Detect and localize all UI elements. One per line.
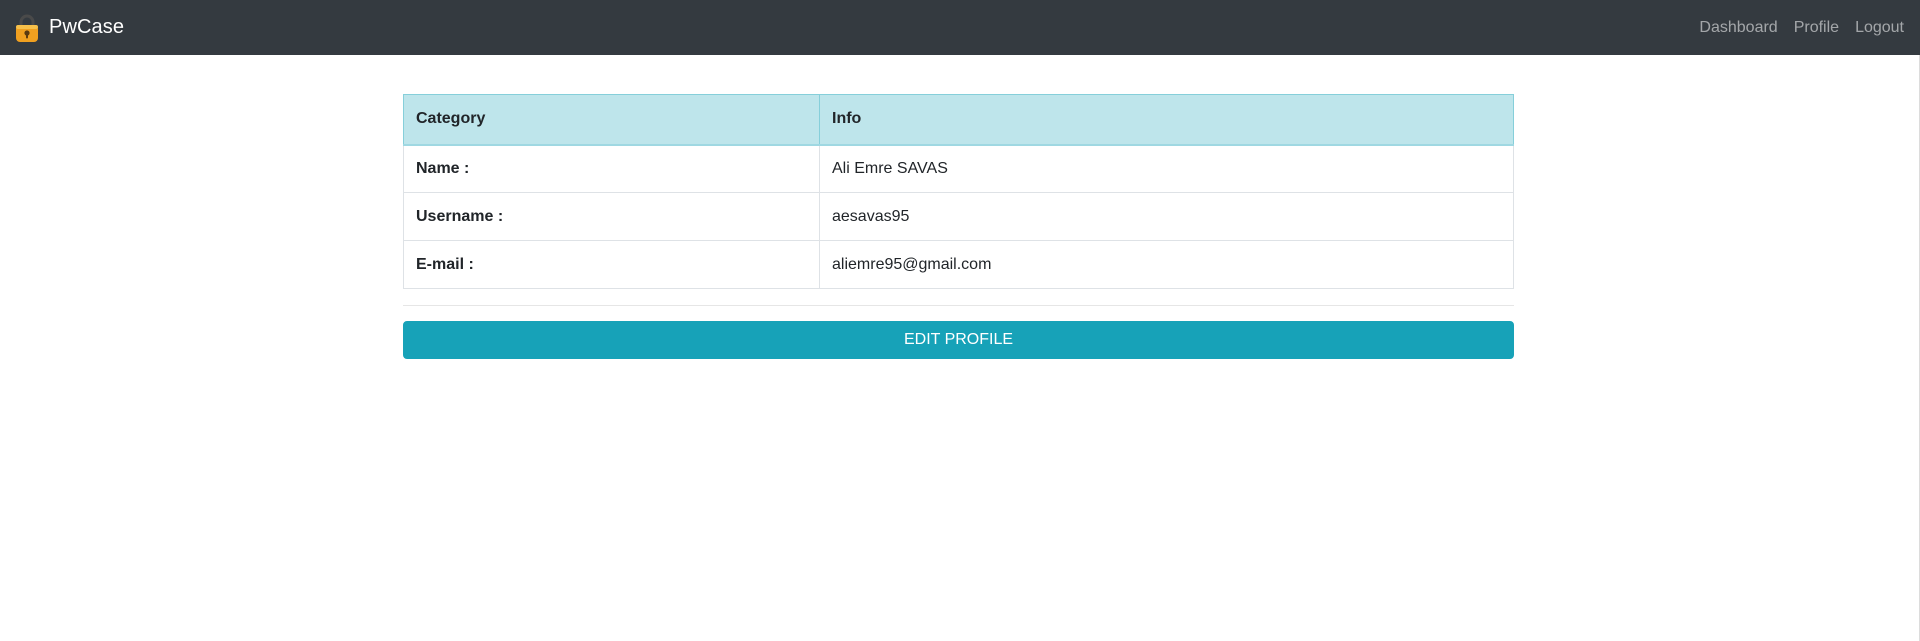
header-info: Info (819, 94, 1514, 146)
profile-table: Category Info Name : Ali Emre SAVAS User… (403, 94, 1514, 289)
profile-container: Category Info Name : Ali Emre SAVAS User… (403, 94, 1514, 359)
row-email-label: E-mail : (403, 240, 820, 289)
row-username-label: Username : (403, 192, 820, 241)
row-email-value: aliemre95@gmail.com (819, 240, 1514, 289)
top-navbar: PwCase Dashboard Profile Logout (0, 0, 1920, 55)
table-row: Name : Ali Emre SAVAS (403, 144, 1514, 193)
nav-link-dashboard[interactable]: Dashboard (1691, 19, 1785, 37)
nav-link-profile[interactable]: Profile (1786, 19, 1847, 37)
lock-icon (16, 14, 38, 42)
table-header-row: Category Info (403, 94, 1514, 146)
table-row: Username : aesavas95 (403, 192, 1514, 241)
row-username-value: aesavas95 (819, 192, 1514, 241)
brand-name: PwCase (49, 16, 125, 38)
header-category: Category (403, 94, 820, 146)
divider (403, 305, 1514, 306)
row-name-label: Name : (403, 144, 820, 193)
edit-profile-button[interactable]: EDIT PROFILE (403, 321, 1514, 359)
table-row: E-mail : aliemre95@gmail.com (403, 240, 1514, 289)
nav-link-logout[interactable]: Logout (1847, 19, 1904, 37)
row-name-value: Ali Emre SAVAS (819, 144, 1514, 193)
brand-link[interactable]: PwCase (13, 13, 124, 43)
nav-links: Dashboard Profile Logout (1691, 19, 1904, 37)
